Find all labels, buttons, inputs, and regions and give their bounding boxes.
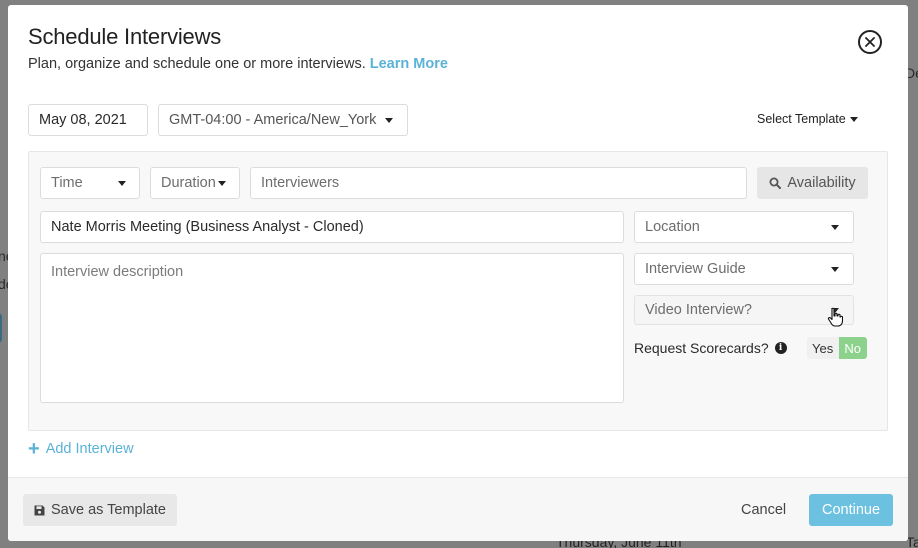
schedule-interviews-modal: Schedule Interviews Plan, organize and s…	[8, 5, 908, 541]
chevron-down-icon	[218, 181, 226, 186]
cancel-button[interactable]: Cancel	[741, 502, 786, 518]
add-interview-link[interactable]: + Add Interview	[28, 438, 134, 460]
guide-placeholder: Interview Guide	[645, 261, 746, 277]
time-select[interactable]: Time	[40, 167, 140, 199]
hand-cursor-icon	[827, 307, 843, 327]
availability-label: Availability	[787, 175, 856, 191]
meeting-title-input[interactable]: Nate Morris Meeting (Business Analyst - …	[40, 211, 624, 243]
modal-footer: Save as Template Cancel Continue	[8, 477, 908, 541]
chevron-down-icon	[831, 225, 839, 230]
search-icon	[769, 177, 782, 189]
floppy-disk-icon	[34, 505, 45, 515]
duration-placeholder: Duration	[161, 175, 216, 191]
location-placeholder: Location	[645, 219, 700, 235]
interviewers-input[interactable]: Interviewers	[250, 167, 747, 199]
close-icon	[865, 37, 875, 47]
interview-panel: Time Duration Interviewers Availability …	[28, 151, 888, 431]
chevron-down-icon	[118, 181, 126, 186]
close-button[interactable]	[858, 30, 882, 54]
availability-button[interactable]: Availability	[757, 167, 868, 199]
video-placeholder: Video Interview?	[645, 302, 752, 318]
subtitle-text: Plan, organize and schedule one or more …	[28, 56, 366, 72]
description-placeholder: Interview description	[51, 264, 184, 280]
interview-guide-select[interactable]: Interview Guide	[634, 253, 854, 285]
scorecards-label: Request Scorecards?	[634, 340, 769, 356]
learn-more-link[interactable]: Learn More	[370, 56, 448, 72]
date-input[interactable]: May 08, 2021	[28, 104, 148, 136]
interviewers-placeholder: Interviewers	[261, 175, 340, 191]
select-template-label: Select Template	[757, 112, 846, 126]
continue-button[interactable]: Continue	[809, 494, 893, 526]
chevron-down-icon	[831, 267, 839, 272]
modal-title: Schedule Interviews	[28, 24, 222, 49]
modal-subtitle: Plan, organize and schedule one or more …	[28, 56, 448, 72]
info-icon[interactable]: i	[774, 342, 787, 354]
video-interview-select[interactable]: Video Interview?	[634, 295, 854, 325]
time-placeholder: Time	[51, 175, 83, 191]
background-button	[0, 313, 2, 343]
duration-select[interactable]: Duration	[150, 167, 240, 199]
save-template-label: Save as Template	[51, 502, 166, 518]
scorecards-toggle[interactable]: Yes No	[806, 337, 867, 359]
chevron-down-icon	[385, 118, 393, 123]
scorecards-yes-option[interactable]: Yes	[806, 337, 839, 359]
add-interview-label: Add Interview	[45, 441, 134, 457]
timezone-value: GMT-04:00 - America/New_York	[169, 112, 377, 128]
request-scorecards-row: Request Scorecards? i Yes No	[634, 337, 867, 359]
save-as-template-button[interactable]: Save as Template	[23, 494, 177, 526]
scorecards-no-option[interactable]: No	[838, 337, 867, 359]
plus-icon: +	[28, 438, 40, 460]
location-select[interactable]: Location	[634, 211, 854, 243]
chevron-down-icon	[849, 116, 858, 122]
select-template-dropdown[interactable]: Select Template	[757, 112, 858, 126]
timezone-select[interactable]: GMT-04:00 - America/New_York	[158, 104, 408, 136]
description-textarea[interactable]: Interview description	[40, 253, 624, 403]
